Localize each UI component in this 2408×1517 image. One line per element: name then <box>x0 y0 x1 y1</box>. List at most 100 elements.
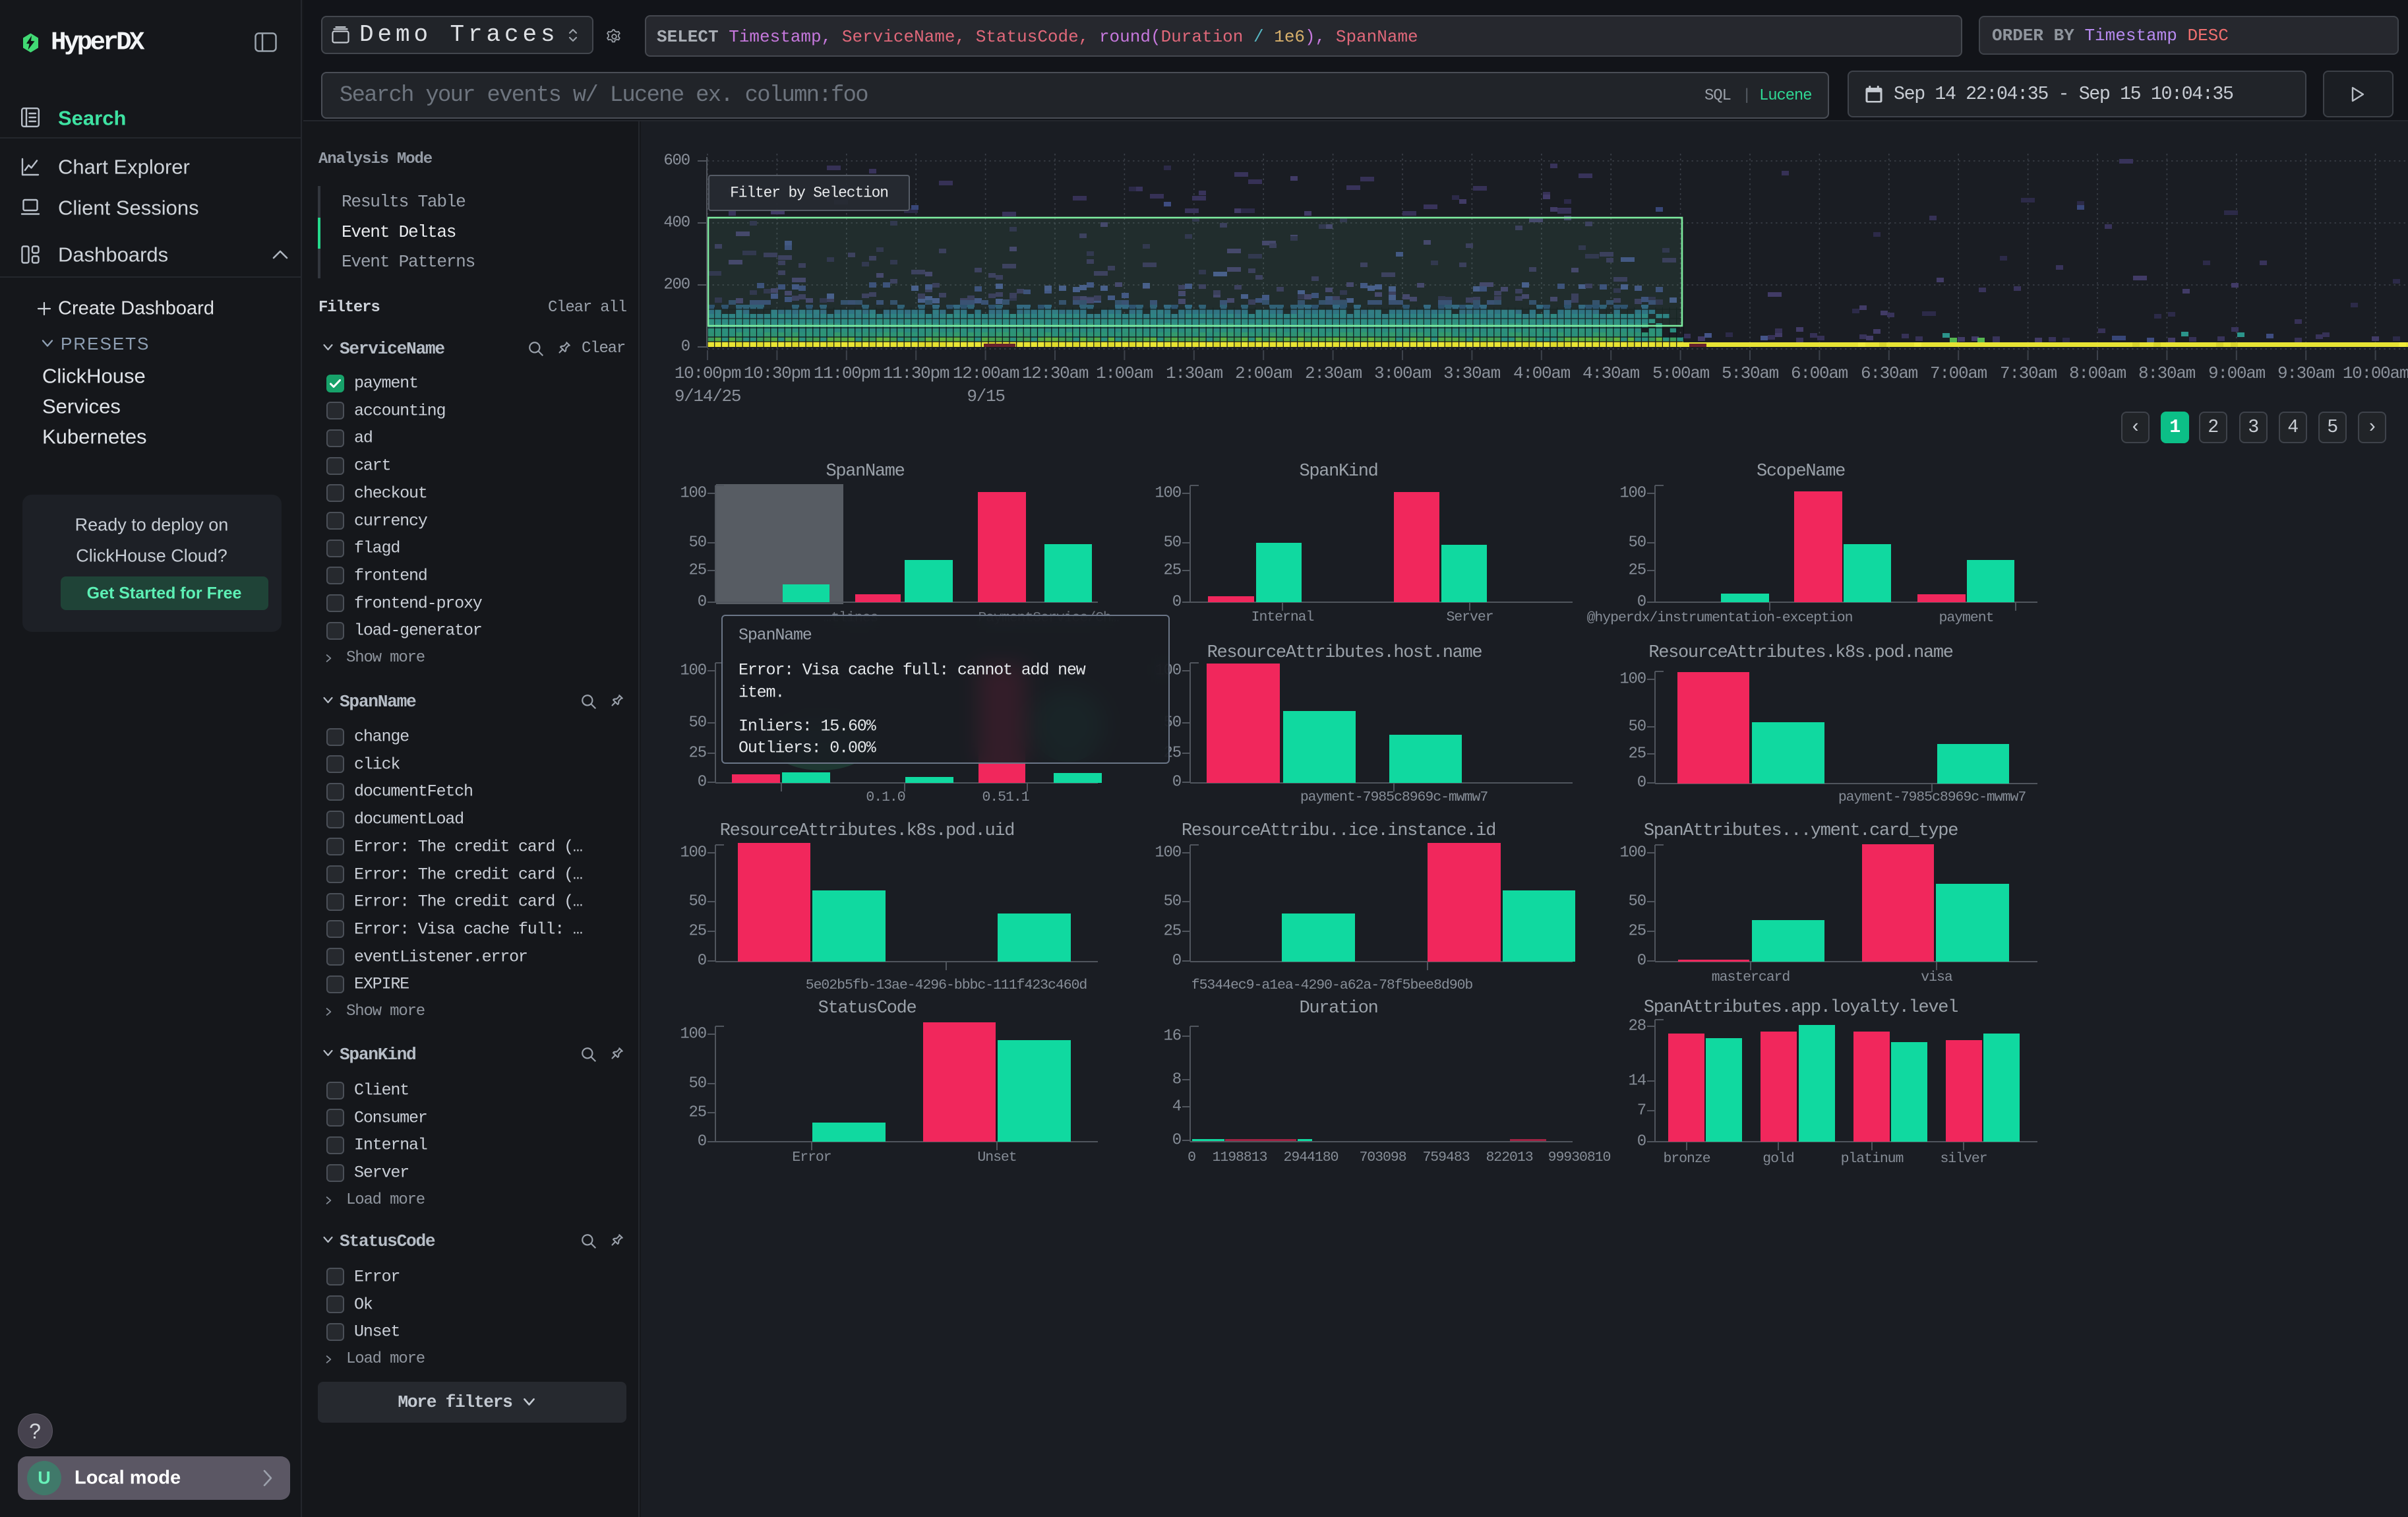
svg-text:25: 25 <box>689 923 706 941</box>
svg-text:50: 50 <box>1164 893 1181 911</box>
svg-text:3:30am: 3:30am <box>1443 363 1501 383</box>
svg-text:7: 7 <box>1637 1102 1646 1120</box>
svg-text:25: 25 <box>1164 923 1181 941</box>
svg-text:9/15: 9/15 <box>967 387 1004 406</box>
svg-text:payment-7985c8969c-mwmw7: payment-7985c8969c-mwmw7 <box>1300 789 1488 805</box>
svg-text:SpanAttributes.app.loyalty.lev: SpanAttributes.app.loyalty.level <box>1644 998 1958 1018</box>
svg-text:9:00am: 9:00am <box>2208 363 2266 383</box>
svg-text:ScopeName: ScopeName <box>1757 462 1845 481</box>
svg-text:gold: gold <box>1762 1151 1794 1167</box>
svg-text:5e02b5fb-13ae-4296-bbbc-111f42: 5e02b5fb-13ae-4296-bbbc-111f423c460d <box>806 977 1087 993</box>
svg-text:25: 25 <box>1629 562 1646 580</box>
svg-text:100: 100 <box>1155 844 1181 862</box>
svg-text:6:00am: 6:00am <box>1791 363 1848 383</box>
svg-text:2944180: 2944180 <box>1284 1150 1339 1165</box>
svg-text:25: 25 <box>1629 923 1646 941</box>
svg-text:9/14/25: 9/14/25 <box>675 387 740 406</box>
svg-text:8:30am: 8:30am <box>2138 363 2196 383</box>
svg-text:600: 600 <box>663 152 690 170</box>
svg-text:5:30am: 5:30am <box>1722 363 1779 383</box>
svg-text:7:30am: 7:30am <box>2000 363 2057 383</box>
svg-text:50: 50 <box>689 534 706 552</box>
svg-text:12:30am: 12:30am <box>1022 363 1089 383</box>
svg-text:0: 0 <box>1172 952 1181 970</box>
svg-text:50: 50 <box>1629 534 1646 552</box>
svg-text:7:00am: 7:00am <box>1930 363 1987 383</box>
svg-text:0: 0 <box>1637 1133 1646 1151</box>
svg-text:0: 0 <box>698 1133 706 1151</box>
svg-text:2:30am: 2:30am <box>1305 363 1362 383</box>
svg-text:0.1.0: 0.1.0 <box>866 789 905 805</box>
svg-text:1:30am: 1:30am <box>1166 363 1223 383</box>
svg-text:25: 25 <box>689 562 706 580</box>
svg-text:2:00am: 2:00am <box>1235 363 1292 383</box>
svg-text:50: 50 <box>1629 718 1646 736</box>
svg-text:bronze: bronze <box>1663 1151 1710 1167</box>
svg-text:SpanName: SpanName <box>826 462 904 481</box>
svg-text:payment-7985c8969c-mwmw7: payment-7985c8969c-mwmw7 <box>1838 789 2026 805</box>
svg-text:Duration: Duration <box>1299 999 1377 1018</box>
svg-text:25: 25 <box>689 745 706 762</box>
svg-text:759483: 759483 <box>1422 1150 1469 1165</box>
svg-text:100: 100 <box>1619 671 1646 689</box>
svg-text:0: 0 <box>698 594 706 611</box>
svg-text:SpanAttributes...yment.card_ty: SpanAttributes...yment.card_type <box>1644 821 1958 841</box>
svg-text:14: 14 <box>1629 1072 1646 1090</box>
svg-text:8: 8 <box>1172 1071 1181 1089</box>
svg-text:28: 28 <box>1629 1018 1646 1036</box>
svg-text:0: 0 <box>1172 1132 1181 1150</box>
svg-text:silver: silver <box>1940 1151 1987 1167</box>
svg-text:100: 100 <box>680 1026 706 1043</box>
svg-text:ResourceAttributes.host.name: ResourceAttributes.host.name <box>1207 643 1482 663</box>
svg-text:mastercard: mastercard <box>1712 970 1790 985</box>
svg-text:10:30pm: 10:30pm <box>744 363 810 383</box>
svg-text:25: 25 <box>689 1104 706 1122</box>
svg-text:11:00pm: 11:00pm <box>814 363 880 383</box>
svg-text:822013: 822013 <box>1486 1150 1532 1165</box>
svg-text:4: 4 <box>1172 1098 1182 1116</box>
svg-text:ResourceAttribu..ice.instance.: ResourceAttribu..ice.instance.id <box>1182 821 1495 841</box>
svg-text:0: 0 <box>1188 1150 1195 1165</box>
svg-text:10:00am: 10:00am <box>2343 363 2408 383</box>
svg-text:100: 100 <box>1619 844 1646 862</box>
svg-text:12:00am: 12:00am <box>953 363 1019 383</box>
svg-text:703098: 703098 <box>1359 1150 1406 1165</box>
svg-text:1:00am: 1:00am <box>1096 363 1153 383</box>
svg-text:4:00am: 4:00am <box>1513 363 1571 383</box>
svg-text:9:30am: 9:30am <box>2277 363 2335 383</box>
svg-text:0: 0 <box>1637 952 1646 970</box>
svg-text:100: 100 <box>1619 485 1646 503</box>
svg-text:Error: Error <box>792 1150 831 1165</box>
svg-text:SpanKind: SpanKind <box>1299 462 1377 481</box>
svg-text:0: 0 <box>681 338 690 356</box>
svg-text:50: 50 <box>1164 534 1181 552</box>
svg-text:0: 0 <box>1172 594 1181 611</box>
svg-text:5:00am: 5:00am <box>1652 363 1710 383</box>
svg-text:100: 100 <box>680 844 706 862</box>
svg-text:ResourceAttributes.k8s.pod.nam: ResourceAttributes.k8s.pod.name <box>1648 643 1952 663</box>
svg-text:100: 100 <box>680 485 706 503</box>
svg-text:0: 0 <box>1637 594 1646 611</box>
svg-text:0: 0 <box>1637 774 1646 792</box>
svg-text:ResourceAttributes.k8s.pod.uid: ResourceAttributes.k8s.pod.uid <box>720 821 1014 841</box>
svg-text:100: 100 <box>680 662 706 680</box>
svg-text:0: 0 <box>698 774 706 791</box>
svg-text:3:00am: 3:00am <box>1374 363 1431 383</box>
svg-text:50: 50 <box>1629 893 1646 911</box>
svg-text:100: 100 <box>1155 485 1181 503</box>
svg-text:8:00am: 8:00am <box>2069 363 2126 383</box>
svg-text:4:30am: 4:30am <box>1582 363 1640 383</box>
svg-text:50: 50 <box>689 1075 706 1093</box>
svg-text:0.51.1: 0.51.1 <box>982 789 1029 805</box>
svg-text:99930810: 99930810 <box>1548 1150 1611 1165</box>
svg-text:25: 25 <box>1629 745 1646 763</box>
svg-text:StatusCode: StatusCode <box>818 999 917 1018</box>
svg-text:@hyperdx/instrumentation-excep: @hyperdx/instrumentation-exception <box>1587 610 1853 626</box>
svg-text:visa: visa <box>1921 970 1953 985</box>
svg-text:50: 50 <box>689 893 706 911</box>
svg-text:payment: payment <box>1939 610 1994 626</box>
svg-text:400: 400 <box>663 214 690 232</box>
svg-text:10:00pm: 10:00pm <box>675 363 741 383</box>
svg-text:0: 0 <box>1172 774 1181 791</box>
svg-text:platinum: platinum <box>1841 1151 1904 1167</box>
